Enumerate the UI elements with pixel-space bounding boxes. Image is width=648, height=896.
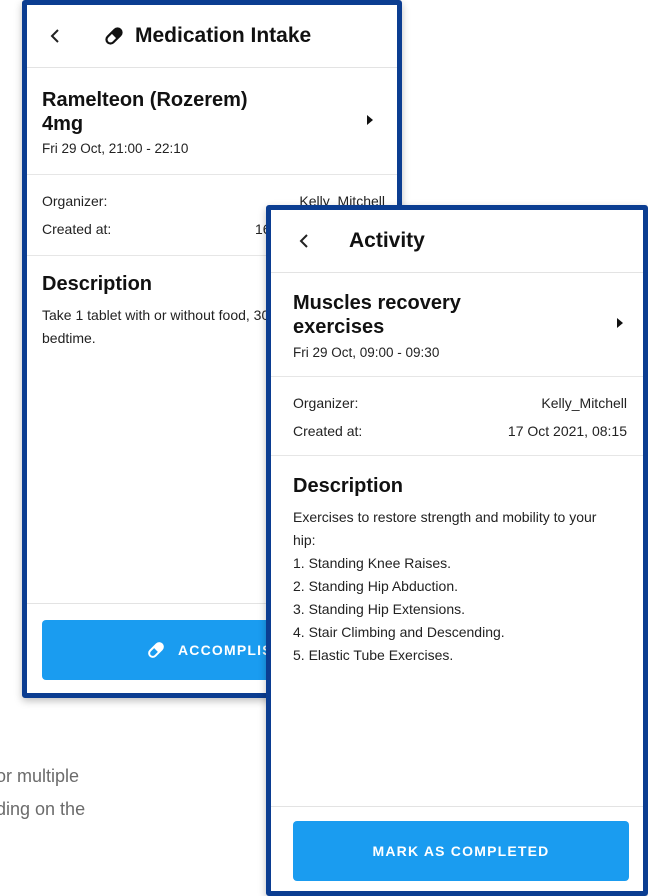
mark-as-completed-label: MARK AS COMPLETED [372,843,550,859]
background-text-line-3: . [0,823,1,847]
background-text-line-2: ding on the [0,799,86,819]
page-title: Activity [349,229,425,252]
created-at-label: Created at: [293,423,363,439]
organizer-label: Organizer: [293,395,359,411]
description-line: 5. Elastic Tube Exercises. [293,647,454,663]
event-time: Fri 29 Oct, 21:00 - 22:10 [42,141,189,156]
description-line: Exercises to restore strength and mobili… [293,509,597,525]
organizer-value: Kelly_Mitchell [541,395,627,411]
event-title: Muscles recovery exercises [293,292,461,338]
mark-as-completed-button[interactable]: MARK AS COMPLETED [293,821,629,881]
description-line: 4. Stair Climbing and Descending. [293,624,505,640]
description-text: Take 1 tablet with or without food, 30 b… [42,307,270,346]
medication-app-bar: Medication Intake [27,5,397,68]
event-header[interactable]: Muscles recovery exercises Fri 29 Oct, 0… [271,273,643,377]
organizer-label: Organizer: [42,193,108,209]
event-time: Fri 29 Oct, 09:00 - 09:30 [293,345,440,360]
back-button[interactable] [49,5,61,67]
description-heading: Description [42,273,153,295]
description-line: 3. Standing Hip Extensions. [293,601,465,617]
description-line: hip: [293,532,316,548]
event-header[interactable]: Ramelteon (Rozerem) 4mg Fri 29 Oct, 21:0… [27,68,397,175]
back-button[interactable] [298,210,310,272]
action-bar: MARK AS COMPLETED [271,806,643,891]
pill-icon [148,642,164,658]
chevron-left-icon [50,29,59,43]
chevron-left-icon [299,234,308,248]
page-title: Medication Intake [135,24,312,47]
background-text-line-1: or multiple [0,766,80,786]
divider [271,455,643,456]
caret-right-icon [367,115,373,125]
description-line: 1. Standing Knee Raises. [293,555,451,571]
event-title: Ramelteon (Rozerem) 4mg [42,89,248,135]
created-at-value: 17 Oct 2021, 08:15 [507,423,627,439]
description-line: 2. Standing Hip Abduction. [293,578,459,594]
created-at-label: Created at: [42,221,112,237]
description-heading: Description [293,475,404,497]
activity-screen: Activity Muscles recovery exercises Fri … [266,205,648,896]
page-title-group: Medication Intake [103,5,311,67]
pill-icon [105,27,123,45]
description-text: Exercises to restore strength and mobili… [293,506,596,667]
activity-app-bar: Activity [271,210,643,273]
caret-right-icon [617,318,623,328]
